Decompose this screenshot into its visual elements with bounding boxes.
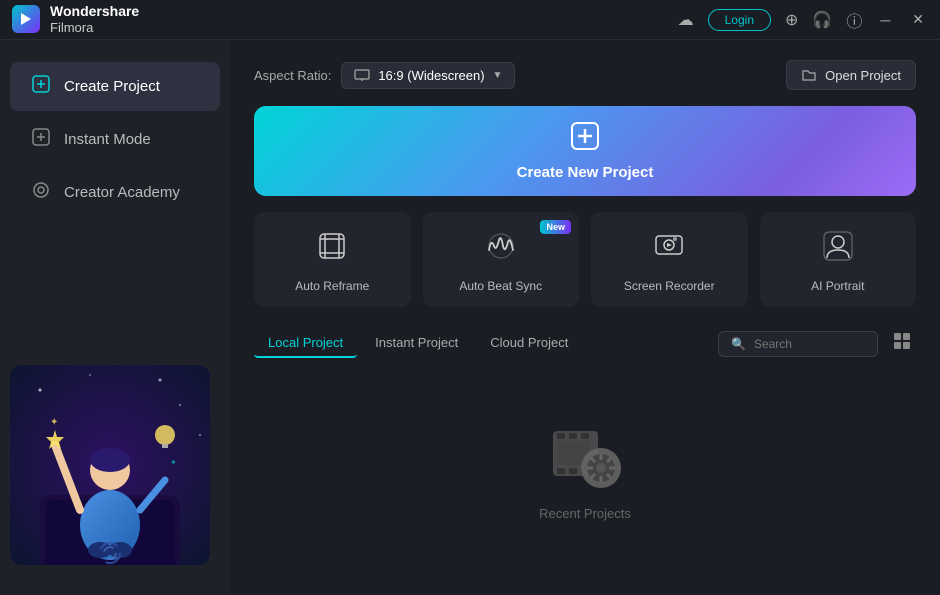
minimize-button[interactable]: ─ <box>876 12 894 28</box>
feature-card-screen-recorder[interactable]: Screen Recorder <box>591 212 748 307</box>
recent-projects-label: Recent Projects <box>539 506 631 521</box>
grid-view-button[interactable] <box>888 327 916 360</box>
ai-portrait-icon <box>822 230 854 269</box>
auto-reframe-label: Auto Reframe <box>295 279 369 293</box>
film-reel-icon <box>545 416 625 496</box>
sidebar-item-label: Creator Academy <box>64 184 180 201</box>
sidebar-item-create-project[interactable]: Create Project <box>10 62 220 111</box>
headphones-icon[interactable]: 🎧 <box>812 10 832 30</box>
feature-cards-grid: Auto Reframe New Auto Beat Sync <box>254 212 916 307</box>
titlebar-right: ☁ Login ⊕ 🎧 ⓘ ─ ✕ <box>678 8 928 32</box>
create-project-icon <box>570 121 600 158</box>
download-icon[interactable]: ⊕ <box>785 10 798 30</box>
app-name-line1: Wondershare <box>50 3 139 20</box>
feature-card-ai-portrait[interactable]: AI Portrait <box>760 212 917 307</box>
aspect-ratio-select[interactable]: 16:9 (Widescreen) ▼ <box>341 62 515 89</box>
feature-card-auto-beat-sync[interactable]: New Auto Beat Sync <box>423 212 580 307</box>
sidebar-item-label: Instant Mode <box>64 131 151 148</box>
titlebar-left: Wondershare Filmora <box>12 3 139 35</box>
open-project-button[interactable]: Open Project <box>786 60 916 90</box>
content-area: Aspect Ratio: 16:9 (Widescreen) ▼ Open P… <box>230 40 940 595</box>
chevron-down-icon: ▼ <box>493 70 503 81</box>
create-new-project-banner[interactable]: Create New Project <box>254 106 916 196</box>
auto-beat-sync-label: Auto Beat Sync <box>459 279 542 293</box>
sidebar-illustration: ✦ ✦ <box>0 355 230 575</box>
app-title: Wondershare Filmora <box>50 3 139 35</box>
create-banner-label: Create New Project <box>517 164 654 181</box>
app-name-line2: Filmora <box>50 20 93 35</box>
monitor-icon <box>354 69 370 81</box>
search-icon: 🔍 <box>731 337 746 351</box>
create-project-icon <box>30 74 52 99</box>
sidebar-item-instant-mode[interactable]: Instant Mode <box>10 115 220 164</box>
cloud-icon[interactable]: ☁ <box>678 10 694 30</box>
screen-recorder-label: Screen Recorder <box>624 279 715 293</box>
info-icon[interactable]: ⓘ <box>846 8 862 32</box>
tab-instant-project[interactable]: Instant Project <box>361 329 472 358</box>
titlebar: Wondershare Filmora ☁ Login ⊕ 🎧 ⓘ ─ ✕ <box>0 0 940 40</box>
aspect-ratio-label: Aspect Ratio: <box>254 68 331 83</box>
app-logo <box>12 5 40 33</box>
search-input[interactable] <box>754 337 865 351</box>
project-tabs-right: 🔍 <box>718 327 916 360</box>
svg-text:✦: ✦ <box>170 458 177 467</box>
project-tabs: Local Project Instant Project Cloud Proj… <box>254 329 582 358</box>
instant-mode-icon <box>30 127 52 152</box>
illustration-container: ✦ ✦ <box>10 365 210 565</box>
sidebar-item-creator-academy[interactable]: Creator Academy <box>10 168 220 217</box>
svg-text:✦: ✦ <box>50 417 58 428</box>
feature-card-auto-reframe[interactable]: Auto Reframe <box>254 212 411 307</box>
beat-sync-icon <box>485 230 517 269</box>
close-button[interactable]: ✕ <box>908 11 928 28</box>
tab-local-project[interactable]: Local Project <box>254 329 357 358</box>
open-project-label: Open Project <box>825 68 901 83</box>
tab-cloud-project[interactable]: Cloud Project <box>476 329 582 358</box>
screen-recorder-icon <box>653 230 685 269</box>
ai-portrait-label: AI Portrait <box>811 279 864 293</box>
creator-academy-icon <box>30 180 52 205</box>
search-box: 🔍 <box>718 331 878 357</box>
project-tabs-row: Local Project Instant Project Cloud Proj… <box>254 327 916 360</box>
aspect-ratio-row: Aspect Ratio: 16:9 (Widescreen) ▼ Open P… <box>254 60 916 90</box>
login-button[interactable]: Login <box>708 9 771 31</box>
main-layout: Create Project Instant Mode Creator Acad… <box>0 40 940 595</box>
sidebar-item-label: Create Project <box>64 78 160 95</box>
aspect-ratio-value: 16:9 (Widescreen) <box>378 68 484 83</box>
sidebar: Create Project Instant Mode Creator Acad… <box>0 40 230 595</box>
auto-reframe-icon <box>316 230 348 269</box>
empty-state: Recent Projects <box>254 376 916 561</box>
new-badge: New <box>540 220 571 234</box>
folder-icon <box>801 67 817 83</box>
